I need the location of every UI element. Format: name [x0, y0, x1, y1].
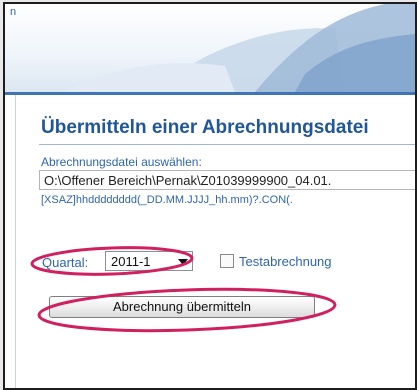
- quartal-value: 2011-1: [111, 254, 151, 269]
- test-checkbox[interactable]: [220, 254, 234, 268]
- test-checkbox-label: Testabrechnung: [239, 254, 332, 269]
- filename-pattern-hint: [XSAZ]hhdddddddd(_DD.MM.JJJJ_hh.mm)?.CON…: [41, 194, 293, 206]
- select-file-label: Abrechnungsdatei auswählen:: [41, 155, 202, 169]
- sidebar-strip: [5, 95, 16, 388]
- header-banner: n: [5, 4, 415, 92]
- quartal-select[interactable]: 2011-1: [105, 251, 193, 271]
- submit-button[interactable]: Abrechnung übermitteln: [49, 296, 315, 318]
- page-title: Übermitteln einer Abrechnungsdatei: [41, 117, 369, 138]
- banner-logo-graphic: [65, 4, 415, 92]
- title-divider: [39, 144, 415, 145]
- chevron-down-icon: [178, 259, 188, 265]
- header-corner-text: n: [10, 6, 17, 18]
- app-window: n Übermitteln einer Abrechnungsdatei Abr…: [3, 2, 417, 390]
- quartal-label: Quartal:: [42, 255, 89, 270]
- file-path-field[interactable]: O:\Offener Bereich\Pernak\Z01039999900_0…: [39, 170, 415, 190]
- header-divider: [5, 92, 415, 95]
